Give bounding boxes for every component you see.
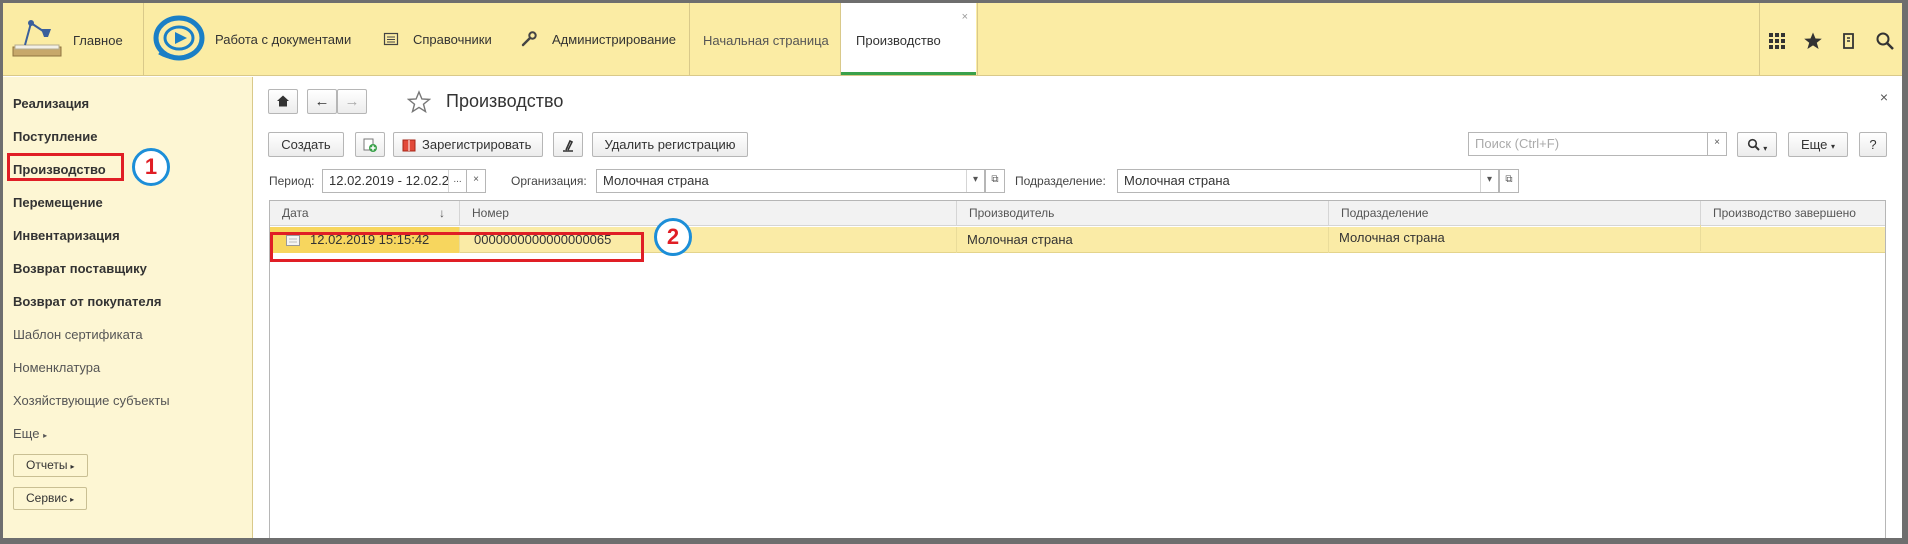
arrow-left-icon: ← (314, 93, 330, 110)
clear-search-icon[interactable]: × (1707, 132, 1727, 156)
divider (143, 3, 144, 76)
open-organization-icon[interactable]: ⧉ (985, 169, 1005, 193)
back-button[interactable]: ← (307, 89, 337, 114)
history-icon[interactable] (1839, 31, 1859, 51)
tab-production-label: Производство (856, 33, 941, 48)
highlight-box-production (7, 153, 124, 181)
more-button[interactable]: Еще ▾ (1788, 132, 1848, 157)
section-administration[interactable]: Администрирование (552, 32, 676, 47)
table-header: Дата ↓ Номер Производитель Подразделение… (270, 201, 1885, 226)
open-division-icon[interactable]: ⧉ (1499, 169, 1519, 193)
period-select-icon[interactable]: ... (448, 170, 466, 192)
tab-production[interactable]: Производство × (841, 3, 976, 75)
tab-start-page[interactable]: Начальная страница (703, 3, 829, 76)
column-date-label: Дата (282, 206, 309, 220)
section-directories[interactable]: Справочники (413, 32, 492, 47)
section-documents[interactable]: Работа с документами (215, 32, 351, 47)
highlight-box-row (270, 232, 644, 262)
sidebar-more-label: Еще (13, 426, 40, 441)
sidebar-item-more[interactable]: Еще ▸ (13, 426, 47, 441)
annotation-marker-1: 1 (132, 148, 170, 186)
cell-division: Молочная страна (1329, 225, 1701, 251)
period-value: 12.02.2019 - 12.02.201 (329, 173, 464, 188)
page-title: Производство (446, 91, 564, 111)
register-label: Зарегистрировать (422, 137, 532, 152)
microscope-icon (563, 139, 574, 152)
sidebar-item-nomenclature[interactable]: Номенклатура (13, 360, 100, 375)
sort-arrow-icon: ↓ (439, 206, 445, 220)
division-label: Подразделение: (1015, 174, 1106, 188)
apps-grid-icon[interactable] (1767, 31, 1787, 51)
copy-button[interactable] (355, 132, 385, 157)
sidebar-item-transfer[interactable]: Перемещение (13, 195, 103, 210)
search-icon[interactable] (1875, 31, 1895, 51)
period-label: Период: (269, 174, 315, 188)
chevron-right-icon: ▸ (43, 431, 48, 440)
app-logo-icon (153, 15, 205, 61)
division-input[interactable]: Молочная страна ▾ (1117, 169, 1499, 193)
top-bar: Главное Работа с документами Справочники… (3, 3, 1902, 76)
dropdown-caret-icon: ▾ (1831, 142, 1836, 151)
organization-value: Молочная страна (603, 173, 709, 188)
division-value: Молочная страна (1124, 173, 1230, 188)
tab-close-icon[interactable]: × (962, 11, 968, 23)
column-header-date[interactable]: Дата ↓ (270, 201, 460, 226)
sidebar-item-business-entities[interactable]: Хозяйствующие субъекты (13, 393, 170, 408)
main-panel: ← → Производство × Создать Зарегистриров… (255, 77, 1902, 538)
annotation-marker-2: 2 (654, 218, 692, 256)
sidebar-item-inventory[interactable]: Инвентаризация (13, 228, 120, 243)
home-section-label[interactable]: Главное (73, 33, 123, 48)
favorite-star-icon[interactable] (407, 90, 431, 114)
sidebar-item-certificate-template[interactable]: Шаблон сертификата (13, 327, 143, 342)
list-icon (383, 32, 399, 46)
home-lamp-icon[interactable] (11, 17, 63, 61)
divider (1759, 3, 1760, 76)
add-copy-icon (363, 138, 377, 152)
search-options-button[interactable]: ▾ (1737, 132, 1777, 157)
divider (689, 3, 690, 76)
dropdown-caret-icon[interactable]: ▾ (966, 170, 984, 192)
scan-button[interactable] (553, 132, 583, 157)
period-input[interactable]: 12.02.2019 - 12.02.201 ... (322, 169, 467, 193)
sidebar-item-return-supplier[interactable]: Возврат поставщику (13, 261, 147, 276)
clear-period-icon[interactable]: × (466, 169, 486, 193)
organization-label: Организация: (511, 174, 587, 188)
service-label: Сервис (26, 491, 68, 505)
favorites-star-icon[interactable] (1803, 31, 1823, 51)
cell-completed (1701, 227, 1887, 253)
register-button[interactable]: Зарегистрировать (393, 132, 543, 157)
sidebar-item-receipt[interactable]: Поступление (13, 129, 98, 144)
dropdown-caret-icon[interactable]: ▾ (1480, 170, 1498, 192)
close-form-icon[interactable]: × (1880, 89, 1888, 105)
search-input[interactable]: Поиск (Ctrl+F) (1468, 132, 1708, 156)
organization-input[interactable]: Молочная страна ▾ (596, 169, 985, 193)
column-header-division[interactable]: Подразделение (1329, 201, 1701, 226)
help-button[interactable]: ? (1859, 132, 1887, 157)
divider (977, 3, 978, 76)
cell-producer: Молочная страна (957, 227, 1329, 253)
home-icon (277, 95, 289, 107)
service-button[interactable]: Сервис ▸ (13, 487, 88, 510)
home-button[interactable] (268, 89, 298, 114)
delete-registration-button[interactable]: Удалить регистрацию (592, 132, 748, 157)
sidebar-item-return-customer[interactable]: Возврат от покупателя (13, 294, 161, 309)
reports-label: Отчеты (26, 458, 68, 472)
chevron-right-icon: ▸ (70, 462, 75, 471)
register-box-icon (402, 139, 416, 152)
column-header-completed[interactable]: Производство завершено (1701, 201, 1887, 226)
arrow-right-icon: → (344, 93, 360, 110)
search-icon (1747, 138, 1760, 151)
reports-button[interactable]: Отчеты ▸ (13, 454, 88, 477)
create-button[interactable]: Создать (268, 132, 344, 157)
wrench-icon (521, 31, 537, 47)
column-header-producer[interactable]: Производитель (957, 201, 1329, 226)
column-header-number[interactable]: Номер (460, 201, 957, 226)
chevron-right-icon: ▸ (70, 495, 75, 504)
dropdown-caret-icon: ▾ (1763, 144, 1768, 153)
forward-button[interactable]: → (337, 89, 367, 114)
sidebar-item-sales[interactable]: Реализация (13, 96, 89, 111)
more-label: Еще (1800, 137, 1828, 152)
app-window: Главное Работа с документами Справочники… (3, 3, 1902, 538)
